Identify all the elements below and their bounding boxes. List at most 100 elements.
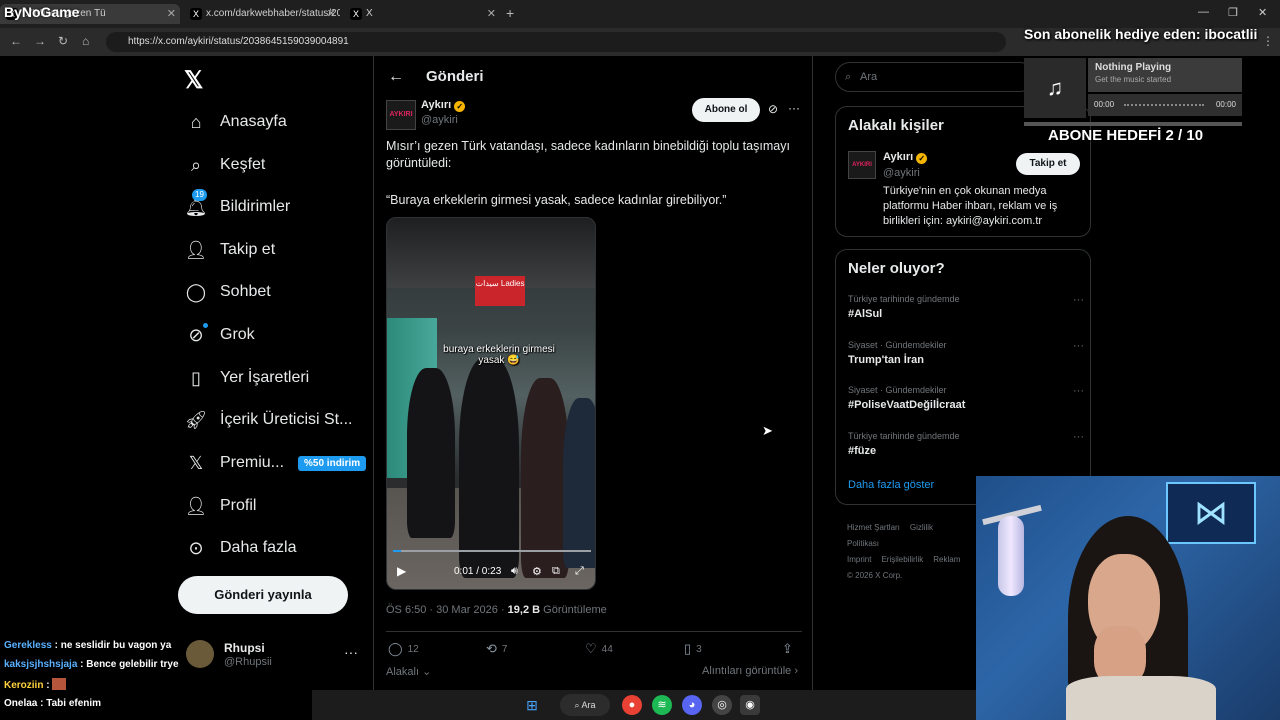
- reply-button[interactable]: ◯ 12: [388, 641, 419, 657]
- taskbar-search[interactable]: ⌕ Ara: [560, 694, 610, 716]
- nav-item-bookmarks[interactable]: ▯ Yer İşaretleri: [184, 362, 309, 394]
- pip-icon[interactable]: ⧉: [552, 565, 560, 578]
- nav-item-explore[interactable]: ⌕ Keşfet: [184, 149, 265, 181]
- show-more-link[interactable]: Daha fazla göster: [848, 479, 934, 491]
- avatar[interactable]: AYKIRI: [848, 151, 876, 179]
- chat-user: Gerekless: [4, 640, 52, 651]
- more-dots-icon[interactable]: ···: [1073, 431, 1084, 443]
- post-quote-text: “Buraya erkeklerin girmesi yasak, sadece…: [386, 193, 727, 207]
- maximize-icon[interactable]: ❐: [1228, 6, 1238, 19]
- bookmark-count: 3: [696, 643, 702, 655]
- nav-item-creator-studio[interactable]: 🚀︎ İçerik Üreticisi St...: [184, 404, 353, 436]
- search-placeholder: Ara: [860, 71, 878, 83]
- forward-arrow-icon[interactable]: →: [34, 34, 46, 48]
- search-input[interactable]: ⌕ Ara: [835, 62, 1035, 92]
- url-field[interactable]: https://x.com/aykiri/status/203864515903…: [106, 32, 1006, 52]
- volume-icon[interactable]: 🔊︎: [511, 565, 518, 578]
- home-browser-icon[interactable]: ⌂: [82, 34, 89, 48]
- back-arrow-icon[interactable]: ←: [388, 68, 404, 86]
- trend-context: Türkiye tarihinde gündemde: [848, 431, 960, 441]
- close-icon[interactable]: ✕: [167, 4, 176, 24]
- trend-item[interactable]: Türkiye tarihinde gündemde #füze ···: [848, 431, 1084, 457]
- reload-icon[interactable]: ↻: [58, 34, 68, 48]
- browser-tab[interactable]: X x.com/darkwebhaber/status/20 ✕: [184, 4, 340, 24]
- x-icon: 𝕏: [188, 452, 204, 473]
- author-avatar[interactable]: AYKIRI: [386, 100, 416, 130]
- close-icon[interactable]: ✕: [327, 4, 336, 24]
- person-name[interactable]: Aykırı ✓: [883, 151, 928, 164]
- footer-link[interactable]: Hizmet Şartları: [847, 523, 900, 532]
- trend-item[interactable]: Siyaset · Gündemdekiler #PoliseVaatDeğil…: [848, 385, 1084, 411]
- x-logo-icon[interactable]: 𝕏: [184, 66, 203, 95]
- trend-item[interactable]: Siyaset · Gündemdekiler Trump'tan İran ·…: [848, 340, 1084, 366]
- back-arrow-icon[interactable]: ←: [10, 34, 22, 48]
- nav-item-notifications[interactable]: 🔔︎ 19 Bildirimler: [184, 188, 290, 223]
- settings-gear-icon[interactable]: ⚙: [532, 565, 542, 578]
- footer-link[interactable]: Erişilebilirlik: [881, 555, 923, 564]
- chat-message: Onelaa : Tabi efenim: [4, 698, 101, 709]
- sort-replies-dropdown[interactable]: Alakalı ⌄: [386, 665, 431, 678]
- view-quotes-link[interactable]: Alıntıları görüntüle ›: [702, 665, 798, 677]
- more-dots-icon[interactable]: ···: [1073, 294, 1084, 306]
- discord-icon[interactable]: ◕: [682, 695, 702, 715]
- more-dots-icon[interactable]: ···: [788, 101, 800, 115]
- subscribe-button[interactable]: Abone ol: [692, 98, 760, 122]
- nav-item-chat[interactable]: ◯ Sohbet: [184, 276, 271, 308]
- tab-title: x.com/darkwebhaber/status/20: [206, 8, 340, 19]
- copyright: © 2026 X Corp.: [847, 571, 903, 580]
- new-tab-button[interactable]: +: [506, 5, 514, 21]
- home-icon: ⌂: [190, 111, 202, 132]
- minimize-icon[interactable]: —: [1198, 6, 1209, 18]
- x-favicon-icon: X: [350, 8, 362, 20]
- browser-active-icon[interactable]: ◉: [740, 695, 760, 715]
- fullscreen-icon[interactable]: ⤢: [575, 565, 584, 578]
- author-name[interactable]: Aykırı ✓: [421, 99, 466, 112]
- trend-item[interactable]: Türkiye tarihinde gündemde #AlSul ···: [848, 294, 1084, 320]
- account-switcher[interactable]: Rhupsi @Rhupsii ···: [186, 638, 366, 674]
- nav-item-profile[interactable]: 👤︎ Profil: [184, 490, 257, 522]
- post-timestamp[interactable]: ÖS 6:50 · 30 Mar 2026 ·: [386, 604, 508, 616]
- browser-tab[interactable]: X X ✕: [344, 4, 500, 24]
- chrome-icon[interactable]: ●: [622, 695, 642, 715]
- nav-item-grok[interactable]: ⊘ Grok: [184, 319, 255, 351]
- grok-icon[interactable]: ⊘: [768, 102, 778, 116]
- more-dots-icon[interactable]: ···: [1073, 385, 1084, 397]
- music-widget: ♫ Nothing Playing Get the music started …: [1024, 58, 1242, 122]
- trend-name: Trump'tan İran: [848, 354, 924, 366]
- post-button[interactable]: Gönderi yayınla: [178, 576, 348, 614]
- chat-text: : ne seslidir bu vagon ya: [54, 640, 172, 651]
- video-player[interactable]: سيدات Ladies buraya erkeklerin girmesi y…: [386, 217, 596, 590]
- share-button[interactable]: ⇪: [782, 641, 798, 657]
- music-note-icon: ♫: [1024, 58, 1086, 118]
- nav-item-premium[interactable]: 𝕏 Premiu... %50 indirim: [184, 447, 367, 479]
- like-button[interactable]: ♡ 44: [585, 641, 613, 657]
- footer-link[interactable]: Imprint: [847, 555, 871, 564]
- play-icon[interactable]: ▶: [397, 564, 406, 578]
- page-title: Gönderi: [426, 68, 484, 85]
- video-progress-bar[interactable]: [393, 550, 591, 552]
- bookmark-icon: ▯: [684, 641, 692, 656]
- account-name: Rhupsi: [224, 641, 265, 655]
- nav-item-follow[interactable]: 👤︎ Takip et: [184, 234, 276, 266]
- music-time-start: 00:00: [1094, 100, 1115, 109]
- windows-start-icon[interactable]: ⊞: [522, 695, 542, 715]
- more-dots-icon[interactable]: ···: [344, 644, 358, 660]
- nav-item-more[interactable]: ⊙ Daha fazla: [184, 532, 296, 564]
- more-dots-icon[interactable]: ···: [1073, 340, 1084, 352]
- trends-card: Neler oluyor? Türkiye tarihinde gündemde…: [835, 249, 1091, 505]
- follow-button[interactable]: Takip et: [1016, 153, 1080, 175]
- post-meta: ÖS 6:50 · 30 Mar 2026 · 19,2 B Görüntüle…: [386, 604, 607, 616]
- spotify-icon[interactable]: ≋: [652, 695, 672, 715]
- repost-button[interactable]: ⟲ 7: [486, 641, 507, 657]
- nav-label: Anasayfa: [220, 113, 287, 130]
- obs-icon[interactable]: ◎: [712, 695, 732, 715]
- nav-item-home[interactable]: ⌂ Anasayfa: [184, 106, 287, 138]
- browser-menu-icon[interactable]: ⋮: [1262, 34, 1274, 48]
- window-close-icon[interactable]: ✕: [1258, 6, 1267, 19]
- close-icon[interactable]: ✕: [487, 4, 496, 24]
- bookmark-button[interactable]: ▯ 3: [684, 641, 702, 657]
- author-name-text: Aykırı: [421, 99, 452, 111]
- trend-context: Siyaset · Gündemdekiler: [848, 385, 947, 395]
- footer-link[interactable]: Reklam: [933, 555, 960, 564]
- discount-pill: %50 indirim: [298, 455, 367, 471]
